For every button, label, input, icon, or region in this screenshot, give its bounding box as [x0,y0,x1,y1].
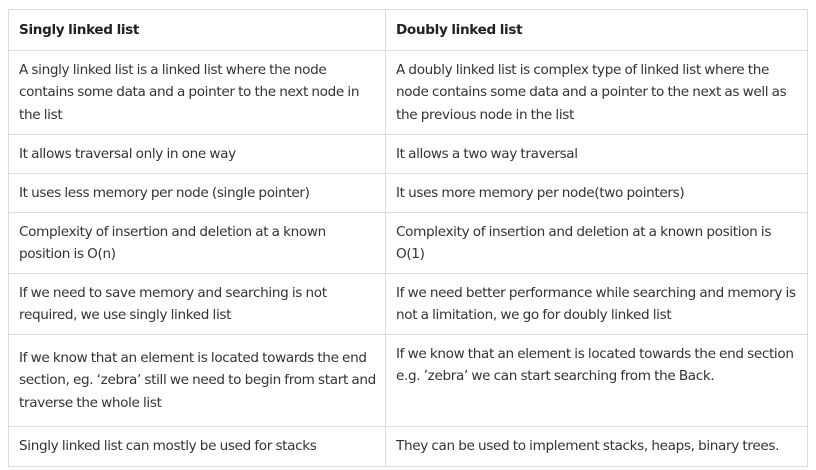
singly-cell: If we need to save memory and searching … [8,273,386,335]
table-row: It uses less memory per node (single poi… [8,173,808,213]
singly-cell: A singly linked list is a linked list wh… [8,50,386,135]
doubly-cell: If we know that an element is located to… [385,334,808,427]
singly-cell: If we know that an element is located to… [8,334,386,427]
doubly-cell: They can be used to implement stacks, he… [385,426,808,467]
singly-cell: Complexity of insertion and deletion at … [8,212,386,274]
doubly-cell: It uses more memory per node(two pointer… [385,173,808,213]
doubly-cell: It allows a two way traversal [385,134,808,174]
comparison-table-container: Singly linked list Doubly linked list A … [8,9,808,467]
table-row: Singly linked list can mostly be used fo… [8,426,808,467]
singly-cell: It uses less memory per node (single poi… [8,173,386,213]
doubly-cell: If we need better performance while sear… [385,273,808,335]
table-row: A singly linked list is a linked list wh… [8,50,808,135]
comparison-table: Singly linked list Doubly linked list A … [8,9,808,467]
table-row: It allows traversal only in one way It a… [8,134,808,174]
header-singly-linked-list: Singly linked list [8,9,386,51]
table-header-row: Singly linked list Doubly linked list [8,9,808,51]
singly-cell: It allows traversal only in one way [8,134,386,174]
table-row: If we know that an element is located to… [8,334,808,427]
header-doubly-linked-list: Doubly linked list [385,9,808,51]
table-row: Complexity of insertion and deletion at … [8,212,808,274]
table-row: If we need to save memory and searching … [8,273,808,335]
singly-cell: Singly linked list can mostly be used fo… [8,426,386,467]
doubly-cell: Complexity of insertion and deletion at … [385,212,808,274]
doubly-cell: A doubly linked list is complex type of … [385,50,808,135]
